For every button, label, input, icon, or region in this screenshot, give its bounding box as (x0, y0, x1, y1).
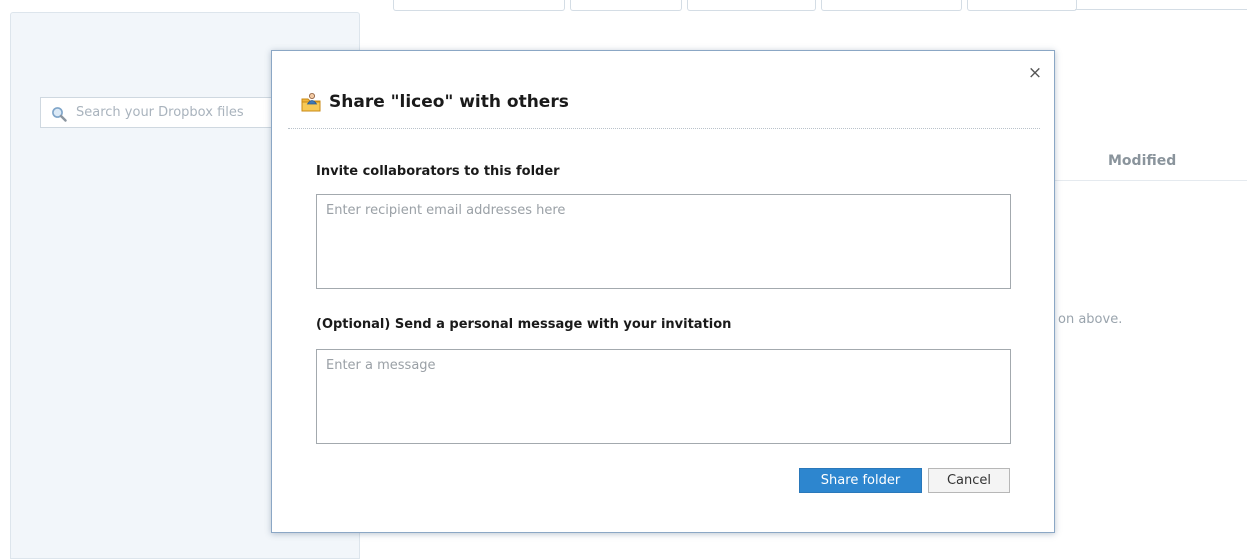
top-tab-baseline (1075, 9, 1247, 10)
close-icon[interactable]: × (1025, 63, 1045, 83)
top-tab-1[interactable] (393, 0, 565, 11)
empty-folder-hint: on above. (1058, 312, 1123, 327)
top-tab-4[interactable] (821, 0, 962, 11)
search-icon (52, 107, 67, 122)
personal-message-input[interactable] (316, 349, 1011, 444)
top-tab-strip (0, 0, 1247, 12)
top-tab-3[interactable] (687, 0, 816, 11)
recipient-email-input[interactable] (316, 194, 1011, 289)
search-input[interactable]: Search your Dropbox files (76, 105, 244, 120)
column-header-modified[interactable]: Modified (1108, 153, 1176, 169)
personal-message-label: (Optional) Send a personal message with … (316, 317, 732, 332)
search-box[interactable]: Search your Dropbox files (40, 97, 272, 128)
top-tab-2[interactable] (570, 0, 682, 11)
top-tab-5[interactable] (967, 0, 1077, 11)
share-folder-dialog: × Share "liceo" with others Invite colla… (271, 50, 1055, 533)
dialog-header: Share "liceo" with others (301, 89, 569, 115)
file-list-header-divider (1055, 180, 1247, 181)
dialog-title-divider (288, 128, 1040, 129)
cancel-button[interactable]: Cancel (928, 468, 1010, 493)
dialog-title: Share "liceo" with others (329, 92, 569, 112)
share-folder-icon (301, 93, 321, 112)
share-folder-button[interactable]: Share folder (799, 468, 922, 493)
invite-label: Invite collaborators to this folder (316, 164, 560, 179)
